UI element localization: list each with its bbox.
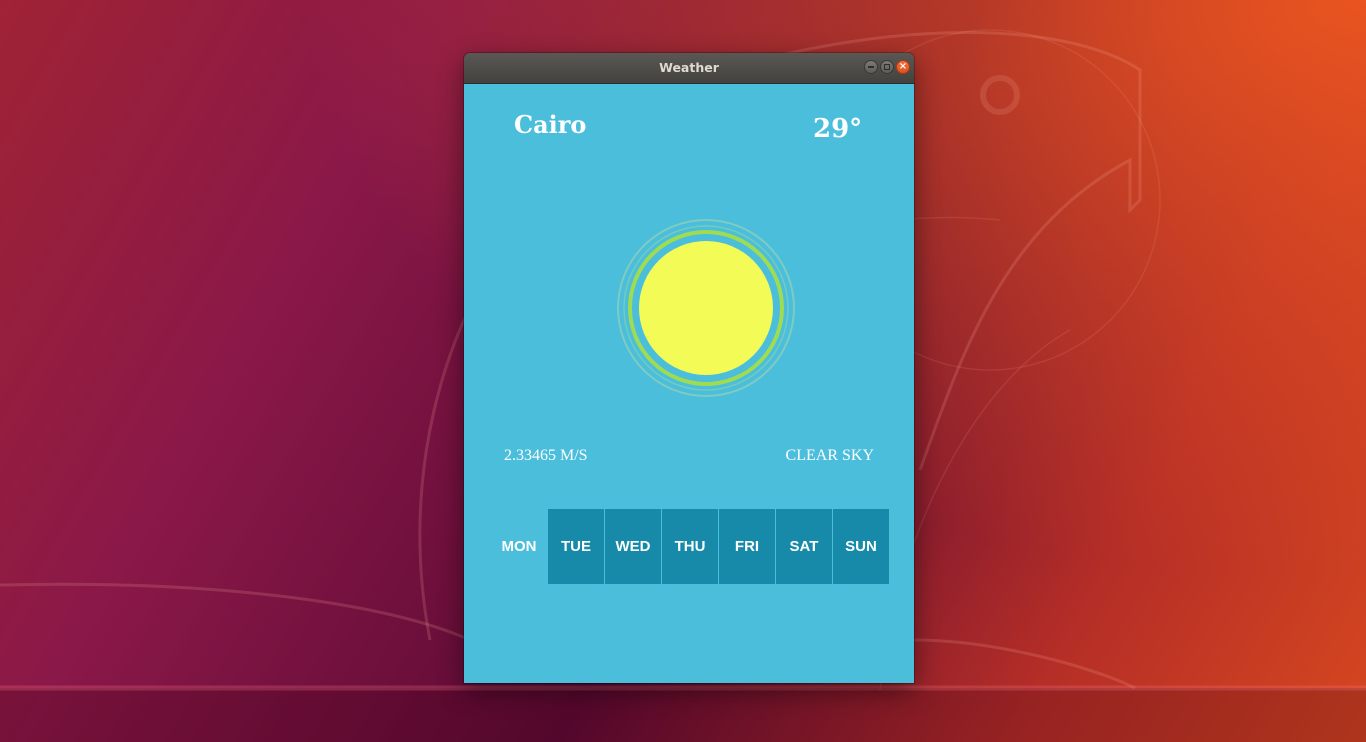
sun-icon [617, 219, 795, 397]
day-tab-tue[interactable]: TUE [548, 509, 604, 584]
close-icon: × [898, 61, 908, 72]
sky-condition: CLEAR SKY [785, 447, 874, 464]
day-tab-sun[interactable]: SUN [833, 509, 889, 584]
day-tab-wed[interactable]: WED [605, 509, 661, 584]
day-tab-sat[interactable]: SAT [776, 509, 832, 584]
weather-window: Weather × Cairo 29° 2.33465 M/S CLEAR SK… [464, 53, 914, 683]
close-button[interactable]: × [896, 60, 910, 74]
day-selector: MON TUE WED THU FRI SAT SUN [491, 509, 889, 584]
maximize-button[interactable] [880, 60, 894, 74]
day-tab-mon[interactable]: MON [491, 509, 547, 584]
wind-speed: 2.33465 M/S [504, 447, 588, 464]
window-title: Weather [659, 60, 719, 75]
day-tab-thu[interactable]: THU [662, 509, 718, 584]
maximize-icon [881, 61, 893, 73]
window-controls: × [864, 60, 910, 74]
city-name: Cairo [514, 110, 587, 139]
window-titlebar[interactable]: Weather × [464, 53, 914, 84]
weather-panel: Cairo 29° 2.33465 M/S CLEAR SKY MON TUE … [464, 84, 914, 683]
temperature: 29° [813, 114, 863, 144]
minimize-button[interactable] [864, 60, 878, 74]
day-tab-fri[interactable]: FRI [719, 509, 775, 584]
minimize-icon [865, 61, 877, 73]
